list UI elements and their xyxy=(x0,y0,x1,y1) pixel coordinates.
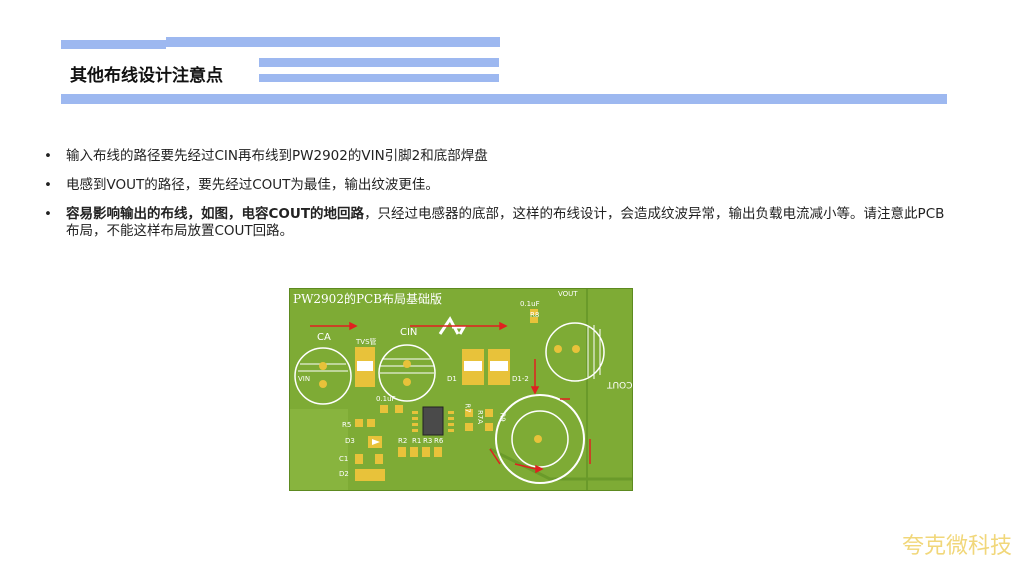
label-r8: R8 xyxy=(530,311,540,319)
bullet-item-2: 电感到VOUT的路径，要先经过COUT为最佳，输出纹波更佳。 xyxy=(44,177,954,194)
label-r5: R5 xyxy=(342,421,352,429)
ca-pad xyxy=(319,380,327,388)
inductor-pad xyxy=(534,435,542,443)
label-r9: R9 xyxy=(498,412,507,422)
watermark-brand: 夸克微科技 xyxy=(901,534,1012,559)
header-bar-right-2 xyxy=(259,74,499,82)
pw2902-chip xyxy=(422,406,444,436)
cin-pad xyxy=(403,360,411,368)
bullet-item-1: 输入布线的路径要先经过CIN再布线到PW2902的VIN引脚2和底部焊盘 xyxy=(44,148,954,165)
label-r7: R7 xyxy=(463,403,472,413)
pcb-layout-image: PW2902的PCB布局基础版 CA VIN TVS管 CIN D1 D1-2 … xyxy=(289,288,633,491)
label-r7a: R7A xyxy=(476,409,485,425)
bullet-1-text: 输入布线的路径要先经过CIN再布线到PW2902的VIN引脚2和底部焊盘 xyxy=(66,148,488,164)
header-bar-right-1 xyxy=(259,58,499,67)
header-bar-long xyxy=(61,94,947,104)
label-tvs: TVS管 xyxy=(356,338,377,346)
label-r6: R6 xyxy=(434,437,444,445)
label-cin: CIN xyxy=(400,327,418,338)
label-d1: D1 xyxy=(447,375,457,383)
label-r2: R2 xyxy=(398,437,408,445)
label-r3: R3 xyxy=(423,437,433,445)
bullet-item-3: 容易影响输出的布线，如图，电容COUT的地回路，只经过电感器的底部，这样的布线设… xyxy=(44,206,954,240)
label-01uf-top: 0.1uF xyxy=(520,300,540,308)
pcb-trace-bottom xyxy=(489,447,632,481)
header-bar-top xyxy=(166,37,500,47)
label-d1-2: D1-2 xyxy=(512,375,529,383)
ca-pad-2 xyxy=(319,362,327,370)
label-01uf-mid: 0.1uF xyxy=(376,395,396,403)
cin-pad-2 xyxy=(403,378,411,386)
label-d2: D2 xyxy=(339,470,349,478)
label-c1: C1 xyxy=(339,455,349,463)
label-vin: VIN xyxy=(298,375,311,383)
label-ca: CA xyxy=(317,332,331,343)
tvs-body xyxy=(357,361,373,371)
bullet-2-text: 电感到VOUT的路径，要先经过COUT为最佳，输出纹波更佳。 xyxy=(66,177,439,193)
bullet-list: 输入布线的路径要先经过CIN再布线到PW2902的VIN引脚2和底部焊盘 电感到… xyxy=(44,148,954,252)
page-title: 其他布线设计注意点 xyxy=(70,66,223,86)
label-r1: R1 xyxy=(412,437,422,445)
label-d3: D3 xyxy=(345,437,355,445)
pcb-title: PW2902的PCB布局基础版 xyxy=(293,292,443,306)
bullet-3-bold: 容易影响输出的布线，如图，电容COUT的地回路 xyxy=(66,206,365,222)
label-vout: VOUT xyxy=(558,290,578,298)
header-bar-top-left xyxy=(61,40,166,49)
label-cout: COUT xyxy=(607,379,633,389)
